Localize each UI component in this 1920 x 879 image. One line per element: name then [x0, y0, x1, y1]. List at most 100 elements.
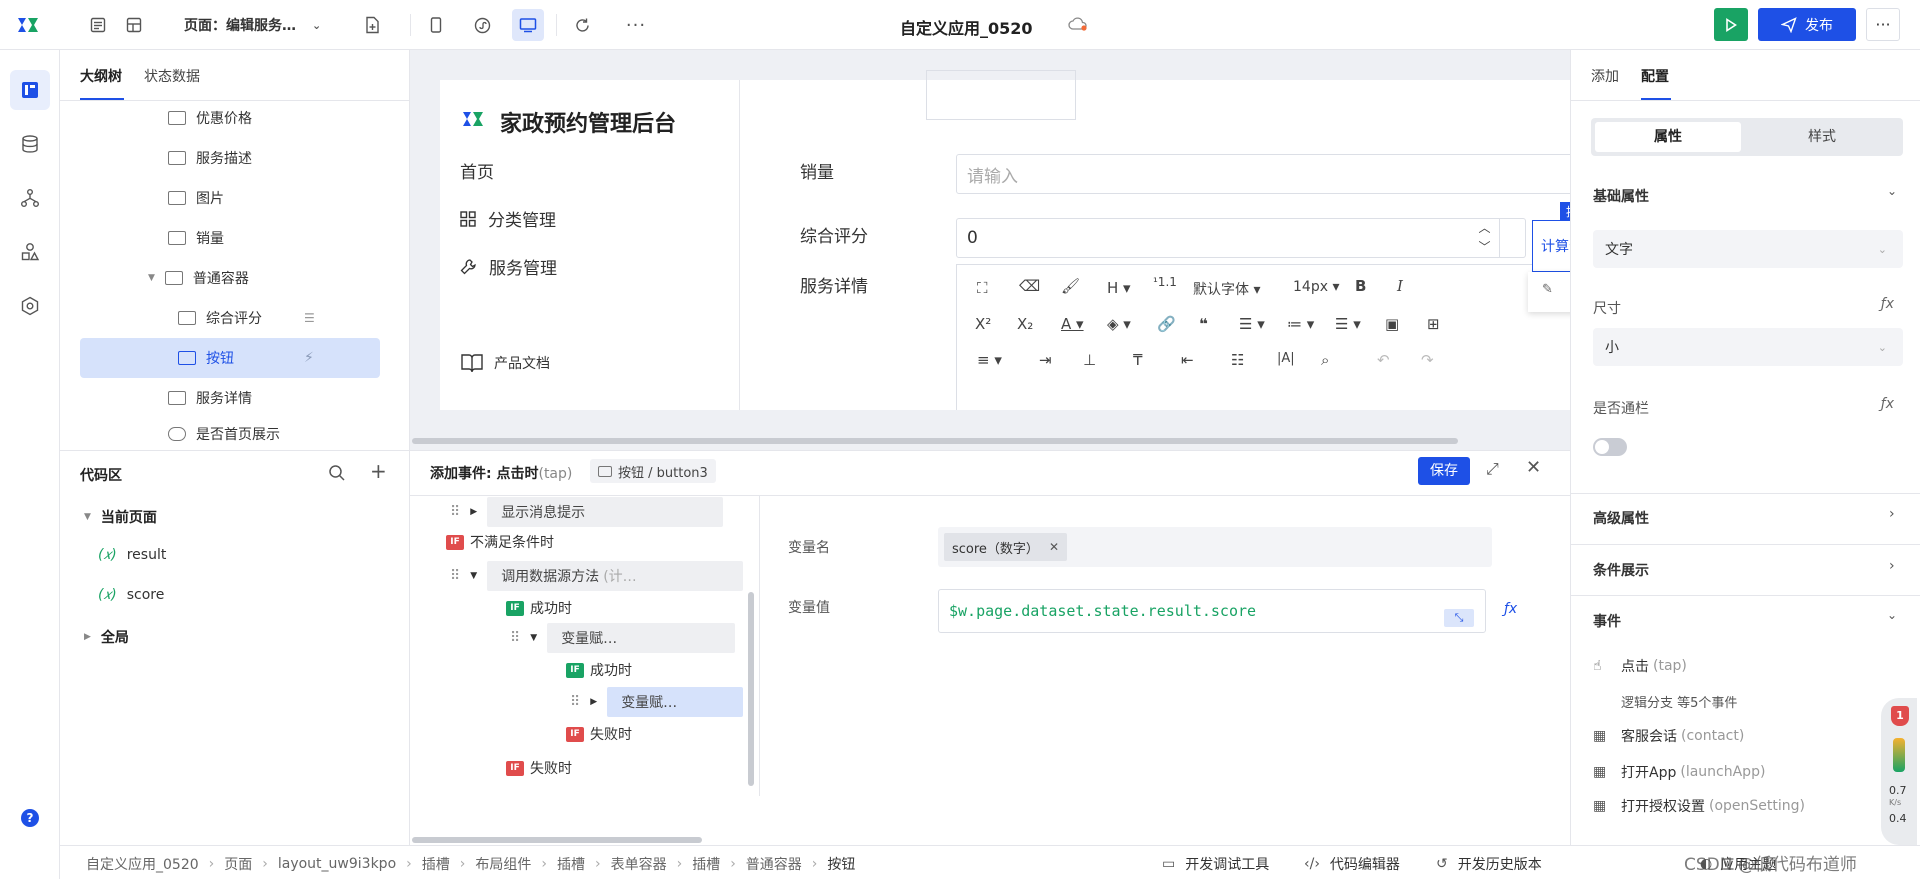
- align-icon[interactable]: ≡ ▾: [977, 351, 1002, 369]
- var-score[interactable]: (𝑥) score: [98, 587, 164, 603]
- tree-hscrollbar[interactable]: [412, 837, 702, 843]
- heading-icon[interactable]: H ▾: [1107, 279, 1131, 297]
- event-item-opensetting[interactable]: ▦ 打开授权设置 (openSetting): [1593, 796, 1805, 816]
- tab-state-data[interactable]: 状态数据: [144, 66, 200, 86]
- node-fail-1[interactable]: IF 失败时: [506, 752, 572, 784]
- tree-item-homepage-show[interactable]: 是否首页展示: [80, 418, 380, 450]
- outdent-icon[interactable]: ⇤: [1181, 351, 1194, 369]
- crumb-item[interactable]: 页面: [224, 854, 252, 874]
- superscript-icon[interactable]: X²: [975, 315, 991, 333]
- tree-item-container[interactable]: ▼ 普通容器: [80, 258, 380, 298]
- segment-style[interactable]: 样式: [1747, 122, 1897, 152]
- eraser-icon[interactable]: ⌫: [1019, 277, 1040, 295]
- image-icon[interactable]: ▣: [1385, 315, 1399, 333]
- font-select[interactable]: 默认字体 ▾: [1193, 279, 1260, 299]
- sales-input[interactable]: 请输入: [956, 154, 1570, 194]
- numbered-list-icon[interactable]: ≔ ▾: [1287, 315, 1314, 333]
- caret-down-icon[interactable]: ▼: [530, 633, 537, 643]
- score-input[interactable]: 0: [956, 218, 1526, 258]
- expand-editor-icon[interactable]: ⤡: [1444, 609, 1474, 627]
- node-not-match[interactable]: IF 不满足条件时: [446, 526, 554, 558]
- desktop-view-icon[interactable]: [512, 9, 544, 41]
- node-success-2[interactable]: IF 成功时: [566, 654, 632, 686]
- edit-icon[interactable]: ✎: [1542, 282, 1553, 297]
- var-name-field[interactable]: score（数字） ✕: [938, 527, 1492, 567]
- subscript-icon[interactable]: X₂: [1017, 315, 1033, 333]
- tree-item-score[interactable]: 综合评分 ☰: [80, 298, 380, 338]
- expand-icon[interactable]: ⤢: [1486, 459, 1499, 479]
- canvas-scrollbar[interactable]: [412, 438, 1458, 444]
- save-button[interactable]: 保存: [1418, 457, 1470, 485]
- outline-icon[interactable]: [10, 70, 50, 110]
- components-icon[interactable]: [10, 232, 50, 272]
- text-spacing-icon[interactable]: |A|: [1277, 351, 1295, 366]
- preview-button[interactable]: [1714, 8, 1748, 41]
- fx-icon[interactable]: ƒx: [1504, 601, 1517, 617]
- more-icon[interactable]: ···: [620, 9, 652, 41]
- doc-link[interactable]: 产品文档: [460, 352, 550, 374]
- add-page-icon[interactable]: [356, 9, 388, 41]
- text-select[interactable]: 文字 ⌄: [1593, 230, 1903, 268]
- node-assign-1[interactable]: ⠿ ▼ 变量赋…: [510, 622, 736, 654]
- add-icon[interactable]: +: [370, 459, 387, 483]
- miniprogram-view-icon[interactable]: [466, 9, 498, 41]
- richtext-editor[interactable]: ⛶ ⌫ 🖌 H ▾ ¹1.1 默认字体 ▾ 14px ▾ B I X² X₂ A…: [956, 264, 1570, 410]
- fx-icon[interactable]: ƒx: [1881, 396, 1894, 412]
- tab-add[interactable]: 添加: [1591, 66, 1619, 86]
- crumb-item[interactable]: 普通容器: [746, 854, 802, 874]
- close-icon[interactable]: ✕: [1049, 540, 1059, 554]
- drag-handle-icon[interactable]: ⠿: [450, 504, 460, 520]
- help-icon[interactable]: ?: [21, 809, 39, 827]
- event-item-tap[interactable]: ☝ 点击 (tap): [1593, 656, 1687, 676]
- list-indent-icon[interactable]: ☷: [1231, 351, 1244, 369]
- undo-icon[interactable]: ↶: [1377, 351, 1390, 369]
- tree-item-image[interactable]: 图片: [80, 178, 380, 218]
- table-icon[interactable]: ⊞: [1427, 315, 1440, 333]
- advanced-props-header[interactable]: 高级属性: [1593, 508, 1649, 528]
- tab-config[interactable]: 配置: [1641, 66, 1669, 86]
- tree-item-sales[interactable]: 销量: [80, 218, 380, 258]
- caret-down-icon[interactable]: ▼: [470, 571, 477, 581]
- drag-handle-icon[interactable]: ⠿: [510, 630, 520, 646]
- tab-outline-tree[interactable]: 大纲树: [80, 66, 122, 86]
- crumb-item[interactable]: 插槽: [557, 854, 585, 874]
- network-widget[interactable]: 1 0.7 K/s 0.4: [1881, 698, 1917, 845]
- database-icon[interactable]: [10, 124, 50, 164]
- tree-item-service-desc[interactable]: 服务描述: [80, 138, 380, 178]
- node-success-1[interactable]: IF 成功时: [506, 592, 572, 624]
- chevron-right-icon[interactable]: ›: [1889, 506, 1895, 522]
- crumb-item[interactable]: 插槽: [692, 854, 720, 874]
- bullet-list-icon[interactable]: ☰ ▾: [1239, 315, 1265, 333]
- line-height-icon[interactable]: ¹1.1: [1153, 275, 1177, 289]
- tree-item-service-detail[interactable]: 服务详情: [80, 378, 380, 418]
- caret-down-icon[interactable]: ▼: [148, 273, 155, 283]
- app-logo[interactable]: [16, 14, 42, 36]
- node-fail-2[interactable]: IF 失败时: [566, 718, 632, 750]
- link-icon[interactable]: 🔗: [1157, 315, 1176, 333]
- close-icon[interactable]: ✕: [1526, 457, 1541, 478]
- divider-icon[interactable]: ☰ ▾: [1335, 315, 1361, 333]
- outline-toggle-icon[interactable]: [82, 9, 114, 41]
- block-toggle[interactable]: [1593, 438, 1627, 456]
- event-item-launchapp[interactable]: ▦ 打开App (launchApp): [1593, 762, 1765, 782]
- page-selector[interactable]: 页面：编辑服务… ⌄: [184, 15, 321, 35]
- node-assign-2[interactable]: ⠿ ▶ 变量赋…: [570, 686, 744, 718]
- code-editor-button[interactable]: ‹/› 代码编辑器: [1304, 854, 1400, 874]
- mobile-view-icon[interactable]: [420, 9, 452, 41]
- node-show-message[interactable]: ⠿ ▶ 显示消息提示: [450, 496, 724, 528]
- nav-category[interactable]: 分类管理: [460, 206, 556, 231]
- events-header[interactable]: 事件: [1593, 611, 1621, 631]
- more-options-button[interactable]: ···: [1866, 8, 1900, 41]
- find-replace-icon[interactable]: ⌕: [1321, 351, 1329, 369]
- strike-icon[interactable]: ₸: [1133, 351, 1143, 369]
- search-icon[interactable]: [328, 464, 346, 486]
- nav-service[interactable]: 服务管理: [460, 254, 557, 279]
- crumb-item[interactable]: 按钮: [827, 854, 855, 874]
- tree-scrollbar[interactable]: [748, 592, 754, 786]
- caret-right-icon[interactable]: ▶: [590, 697, 597, 707]
- history-button[interactable]: ↺ 开发历史版本: [1436, 854, 1542, 874]
- crumb-item[interactable]: 插槽: [422, 854, 450, 874]
- drag-handle-icon[interactable]: ⠿: [450, 568, 460, 584]
- chevron-down-icon[interactable]: ⌄: [1887, 608, 1897, 622]
- publish-button[interactable]: 发布: [1758, 8, 1856, 41]
